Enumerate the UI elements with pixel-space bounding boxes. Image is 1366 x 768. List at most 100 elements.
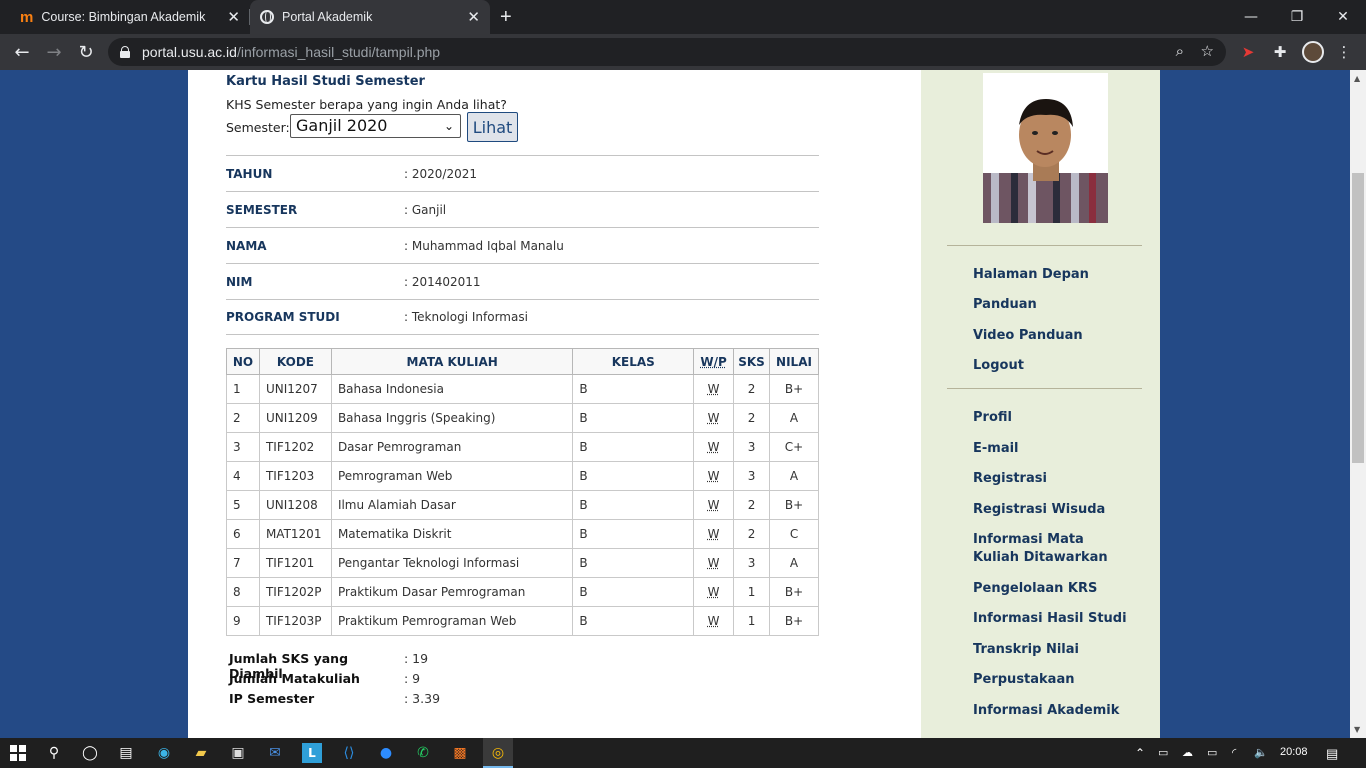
reload-icon[interactable]: ↻ [74,40,98,64]
tray-chevron-up-icon[interactable]: ⌃ [1135,746,1145,760]
wifi-icon[interactable]: ◜ [1232,746,1236,759]
restore-icon[interactable]: ❐ [1274,0,1320,34]
close-icon[interactable]: ✕ [227,8,240,26]
semester-prompt: KHS Semester berapa yang ingin Anda liha… [226,97,507,112]
volume-icon[interactable]: 🔈 [1254,746,1268,759]
scrollbar-thumb[interactable] [1352,173,1364,463]
search-icon[interactable]: ⚲ [44,743,64,763]
cell-no: 1 [226,374,260,404]
edge-browser-icon[interactable]: ◉ [154,743,174,763]
sidebar-item-informasi-mata-kuliah[interactable]: Informasi Mata Kuliah Ditawarkan [973,531,1133,567]
table-row: 4 TIF1203 Pemrograman Web B W 3 A [226,461,819,491]
window-controls: — ❐ ✕ [1228,0,1366,34]
content-container: Kartu Hasil Studi Semester KHS Semester … [188,70,1160,738]
sidebar-item-informasi-hasil-studi[interactable]: Informasi Hasil Studi [973,610,1133,628]
cell-kelas: B [572,374,695,404]
meet-now-icon[interactable]: ▭ [1158,746,1168,759]
battery-icon[interactable]: ▭ [1207,746,1217,759]
close-icon[interactable]: ✕ [467,8,480,26]
table-row: 8 TIF1202P Praktikum Dasar Pemrograman B W 1 B… [226,577,819,607]
sidebar-item-pengelolaan-krs[interactable]: Pengelolaan KRS [973,580,1133,598]
minimize-icon[interactable]: — [1228,0,1274,34]
cell-kelas: B [572,606,695,636]
semester-selected-value: Ganjil 2020 [296,116,388,135]
url-host: portal.usu.ac.id [142,44,237,60]
summary-value: : 3.39 [404,691,441,706]
khs-table: NO KODE MATA KULIAH KELAS W/P SKS NILAI … [226,348,819,636]
chrome-icon[interactable]: ◎ [488,743,508,763]
extensions-puzzle-icon[interactable]: ✚ [1270,42,1290,62]
profile-avatar-icon[interactable] [1302,41,1324,63]
sidebar-item-transkrip-nilai[interactable]: Transkrip Nilai [973,641,1133,659]
summary-key: IP Semester [229,691,315,706]
vscode-icon[interactable]: ⟨⟩ [339,743,359,763]
back-arrow-icon[interactable]: ← [10,40,34,64]
info-key: TAHUN [226,166,273,181]
sidebar-item-email[interactable]: E-mail [973,440,1133,458]
notification-icon[interactable]: ▤ [1326,746,1338,762]
cell-no: 6 [226,519,260,549]
table-header-row: NO KODE MATA KULIAH KELAS W/P SKS NILAI [226,348,819,375]
task-view-icon[interactable]: ▤ [116,743,136,763]
semester-select[interactable]: Ganjil 2020 ⌄ [290,114,461,138]
wp-abbr: W [707,440,720,454]
info-row-nama: NAMA: Muhammad Iqbal Manalu [226,227,819,263]
page-scrollbar[interactable]: ▲ ▼ [1350,70,1366,738]
l-app-icon[interactable]: L [302,743,322,763]
student-photo [983,73,1108,223]
clock[interactable]: 20:08 [1280,746,1308,758]
sidebar-item-video-panduan[interactable]: Video Panduan [973,327,1089,345]
summary-row: Jumlah Matakuliah: 9 [229,671,440,691]
info-key: NIM [226,274,253,289]
onedrive-cloud-icon[interactable]: ☁ [1182,746,1193,759]
address-bar[interactable]: portal.usu.ac.id/informasi_hasil_studi/t… [108,38,1226,66]
table-row: 2 UNI1209 Bahasa Inggris (Speaking) B W 2 A [226,403,819,433]
moodle-m-icon: m [20,8,34,26]
col-kode: KODE [258,348,332,375]
sidebar-item-registrasi[interactable]: Registrasi [973,470,1133,488]
whatsapp-icon[interactable]: ✆ [413,743,433,763]
summary-key: Jumlah Matakuliah [229,671,360,686]
windows-start-icon[interactable] [8,743,28,763]
scroll-up-arrow-icon[interactable]: ▲ [1354,74,1360,83]
xampp-icon[interactable]: ▩ [450,743,470,763]
tab-bimbingan-akademik[interactable]: m Course: Bimbingan Akademik ✕ [10,0,250,34]
sidebar-item-halaman-depan[interactable]: Halaman Depan [973,266,1089,284]
new-tab-plus-icon[interactable]: + [500,6,512,29]
close-window-icon[interactable]: ✕ [1320,0,1366,34]
scroll-down-arrow-icon[interactable]: ▼ [1354,725,1360,734]
sidebar-item-registrasi-wisuda[interactable]: Registrasi Wisuda [973,501,1133,519]
sidebar-item-informasi-akademik[interactable]: Informasi Akademik [973,702,1133,720]
sidebar-item-profil[interactable]: Profil [973,409,1133,427]
windows-taskbar: ⚲ ◯ ▤ ◉ ▰ ▣ ✉ L ⟨⟩ ● ✆ ▩ ◎ ⌃ ▭ ☁ ▭ ◜ 🔈 2… [0,738,1366,768]
wp-abbr: W/P [700,354,727,369]
zoom-app-icon[interactable]: ● [376,743,396,763]
bookmark-star-icon[interactable]: ☆ [1201,42,1214,60]
cell-wp: W [693,519,735,549]
extension-cursor-icon[interactable]: ➤ [1238,42,1258,62]
wp-abbr: W [707,556,720,570]
lihat-button[interactable]: Lihat [467,112,518,142]
more-menu-icon[interactable]: ⋮ [1334,42,1354,62]
url-text[interactable]: portal.usu.ac.id/informasi_hasil_studi/t… [142,44,440,60]
forward-arrow-icon[interactable]: → [42,40,66,64]
table-row: 6 MAT1201 Matematika Diskrit B W 2 C [226,519,819,549]
wp-abbr: W [707,411,720,425]
sidebar-item-panduan[interactable]: Panduan [973,296,1089,314]
sidebar-item-logout[interactable]: Logout [973,357,1089,375]
cell-kelas: B [572,432,695,462]
tab-title: Course: Bimbingan Akademik [41,10,206,24]
cortana-circle-icon[interactable]: ◯ [80,743,100,763]
file-explorer-icon[interactable]: ▰ [191,743,211,763]
store-icon[interactable]: ▣ [228,743,248,763]
tab-portal-akademik[interactable]: Portal Akademik ✕ [250,0,490,34]
table-row: 1 UNI1207 Bahasa Indonesia B W 2 B+ [226,374,819,404]
cell-wp: W [693,432,735,462]
zoom-icon[interactable]: ⌕ [1176,42,1184,60]
browser-toolbar: ← → ↻ portal.usu.ac.id/informasi_hasil_s… [0,34,1366,70]
mail-icon[interactable]: ✉ [265,743,285,763]
info-value: : Muhammad Iqbal Manalu [404,238,564,253]
info-row-semester: SEMESTER: Ganjil [226,191,819,227]
cell-kode: UNI1209 [258,403,332,433]
sidebar-item-perpustakaan[interactable]: Perpustakaan [973,671,1133,689]
